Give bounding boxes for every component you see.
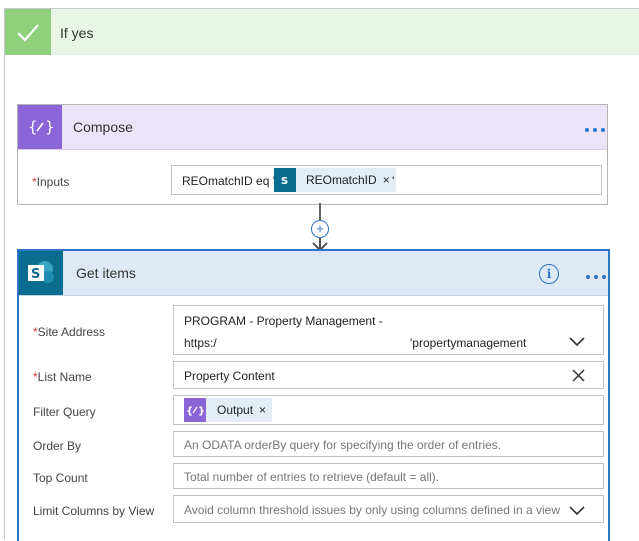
add-step-button[interactable]: +	[311, 220, 329, 238]
svg-text:}: }	[198, 406, 204, 417]
chevron-down-icon	[569, 337, 585, 347]
limit-columns-label: Limit Columns by View	[33, 504, 155, 518]
list-name-label-text: List Name	[37, 370, 92, 384]
inputs-label-text: Inputs	[36, 175, 70, 189]
compose-header[interactable]: { } Compose	[18, 105, 607, 150]
reomatchid-token[interactable]: S REOmatchID ×	[274, 168, 396, 192]
inputs-suffix-text: '	[392, 174, 395, 188]
info-button[interactable]: i	[539, 264, 559, 284]
order-by-placeholder: An ODATA orderBy query for specifying th…	[184, 438, 502, 452]
site-address-line1: PROGRAM - Property Management -	[184, 314, 383, 328]
svg-text:{: {	[28, 118, 38, 136]
more-dots-icon	[585, 128, 605, 132]
compose-action-card: { } Compose *Inputs REOmatchID eq ' S RE…	[17, 104, 608, 205]
order-by-field[interactable]: An ODATA orderBy query for specifying th…	[173, 431, 604, 457]
curly-braces-icon: { }	[18, 105, 62, 149]
output-token[interactable]: { } Output ×	[184, 398, 273, 422]
compose-title: Compose	[73, 119, 133, 135]
get-items-header[interactable]: S Get items i	[19, 251, 608, 296]
list-name-value: Property Content	[184, 369, 275, 383]
limit-columns-placeholder: Avoid column threshold issues by only us…	[184, 503, 560, 517]
connector-line-top	[319, 203, 321, 220]
if-yes-title: If yes	[60, 25, 94, 41]
token-remove-button[interactable]: ×	[259, 403, 266, 417]
chevron-down-icon	[569, 506, 585, 516]
curly-braces-icon: { }	[184, 398, 206, 422]
sharepoint-icon: S	[19, 251, 63, 295]
get-items-more-button[interactable]	[585, 269, 607, 280]
svg-text:S: S	[31, 267, 40, 282]
filter-query-field[interactable]: { } Output ×	[173, 395, 604, 425]
get-items-title: Get items	[76, 265, 136, 281]
filter-query-label: Filter Query	[33, 405, 96, 419]
token-remove-button[interactable]: ×	[383, 173, 390, 187]
compose-more-button[interactable]	[584, 122, 606, 133]
svg-text:{: {	[186, 406, 193, 417]
svg-text:}: }	[45, 118, 53, 136]
top-count-label: Top Count	[33, 471, 88, 485]
site-address-label: *Site Address	[33, 325, 105, 339]
site-address-dropdown[interactable]: PROGRAM - Property Management - https:/ …	[173, 305, 604, 355]
more-dots-icon	[586, 275, 606, 279]
list-name-label: *List Name	[33, 370, 92, 384]
limit-columns-dropdown[interactable]: Avoid column threshold issues by only us…	[173, 495, 604, 523]
top-count-placeholder: Total number of entries to retrieve (def…	[184, 470, 440, 484]
inputs-prefix-text: REOmatchID eq '	[182, 174, 275, 188]
svg-text:S: S	[281, 176, 288, 187]
token-label: REOmatchID	[306, 173, 377, 187]
check-icon	[5, 9, 51, 55]
list-name-field[interactable]: Property Content	[173, 361, 604, 389]
clear-icon[interactable]	[572, 369, 585, 382]
site-address-line2-suffix: 'propertymanagement	[410, 336, 527, 350]
sharepoint-icon: S	[274, 168, 296, 192]
if-yes-header[interactable]: If yes	[5, 9, 639, 55]
site-address-line2-prefix: https:/	[184, 336, 217, 350]
inputs-field[interactable]: REOmatchID eq ' S REOmatchID × '	[171, 165, 602, 195]
site-address-label-text: Site Address	[37, 325, 106, 339]
order-by-label: Order By	[33, 439, 82, 453]
top-count-field[interactable]: Total number of entries to retrieve (def…	[173, 463, 604, 489]
token-label: Output	[217, 403, 254, 417]
inputs-label: *Inputs	[32, 175, 69, 189]
get-items-action-card: S Get items i *Site Address PROGRAM - Pr…	[17, 249, 610, 541]
